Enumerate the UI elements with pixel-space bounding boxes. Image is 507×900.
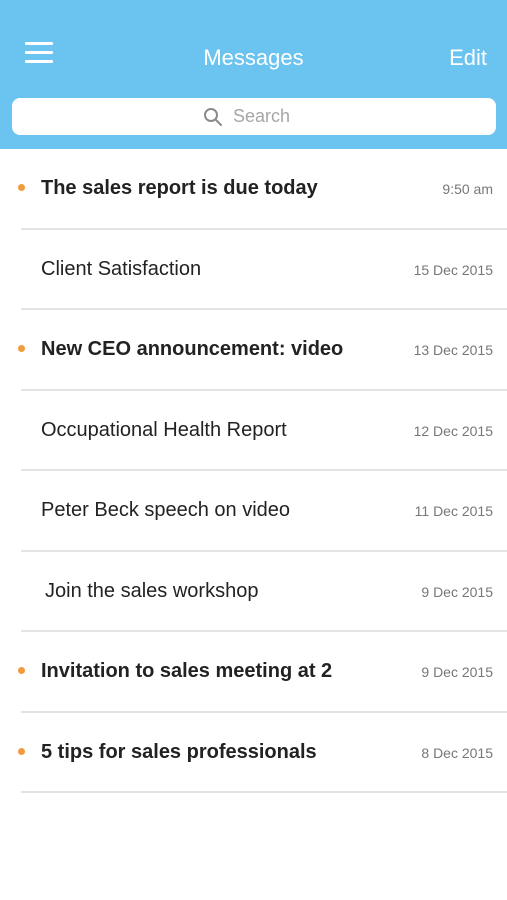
message-date: 8 Dec 2015	[421, 744, 493, 761]
search-input[interactable]	[233, 106, 305, 127]
message-row[interactable]: The sales report is due today 9:50 am	[0, 149, 507, 230]
message-row[interactable]: 5 tips for sales professionals 8 Dec 201…	[0, 713, 507, 793]
edit-button[interactable]: Edit	[449, 44, 487, 72]
unread-dot-icon	[18, 667, 25, 674]
divider	[21, 791, 507, 793]
search-icon	[204, 107, 222, 126]
message-subject: The sales report is due today	[41, 177, 318, 199]
message-date: 9 Dec 2015	[421, 664, 493, 680]
message-date: 15 Dec 2015	[413, 261, 493, 278]
page-title: Messages	[203, 45, 304, 70]
message-subject: Invitation to sales meeting at 2	[41, 660, 333, 682]
message-subject: 5 tips for sales professionals	[41, 740, 317, 763]
message-subject: Occupational Health Report	[41, 418, 287, 441]
unread-dot-icon	[18, 345, 25, 352]
message-row[interactable]: Invitation to sales meeting at 2 9 Dec 2…	[0, 632, 507, 713]
message-subject: Client Satisfaction	[41, 257, 202, 280]
message-row[interactable]: Peter Beck speech on video 11 Dec 2015	[0, 471, 507, 552]
unread-dot-icon	[18, 747, 25, 755]
message-subject: Peter Beck speech on video	[41, 499, 291, 521]
message-row[interactable]: Client Satisfaction 15 Dec 2015	[0, 230, 507, 310]
unread-dot-icon	[18, 184, 25, 191]
message-date: 11 Dec 2015	[414, 503, 493, 519]
message-date: 9 Dec 2015	[421, 583, 493, 600]
message-subject: Join the sales workshop	[45, 579, 259, 602]
message-date: 13 Dec 2015	[413, 342, 493, 358]
message-subject: New CEO announcement: video	[41, 338, 344, 360]
search-bar[interactable]	[12, 98, 496, 135]
message-date: 9:50 am	[442, 181, 493, 197]
header-bar: Messages Edit	[0, 0, 507, 149]
message-row[interactable]: Join the sales workshop 9 Dec 2015	[0, 552, 507, 632]
message-row[interactable]: New CEO announcement: video 13 Dec 2015	[0, 310, 507, 391]
message-row[interactable]: Occupational Health Report 12 Dec 2015	[0, 391, 507, 471]
message-date: 12 Dec 2015	[413, 422, 493, 439]
message-list: The sales report is due today 9:50 am Cl…	[0, 149, 507, 793]
